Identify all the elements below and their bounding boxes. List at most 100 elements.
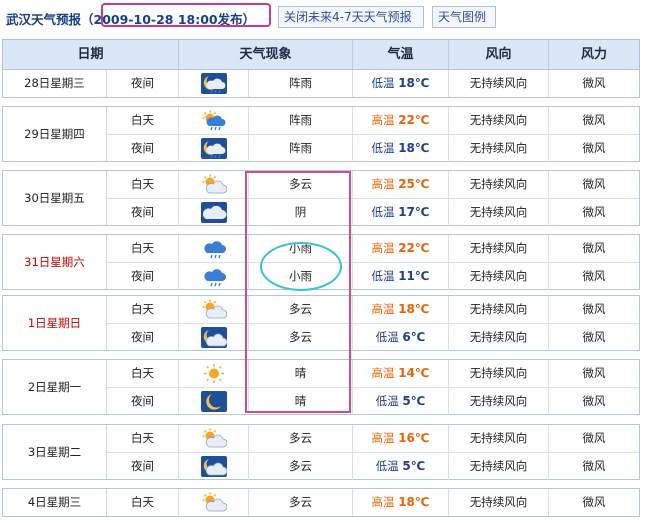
weather-phenomenon: 晴 — [249, 360, 353, 387]
table-row: 夜间晴低温 5℃ 无持续风向 微风 — [107, 387, 639, 415]
weather-icon-cell — [179, 235, 249, 262]
period-cell: 夜间 — [107, 263, 179, 290]
period-cell: 白天 — [107, 235, 179, 262]
weather-icon-cell — [179, 199, 249, 226]
temperature-cell: 高温 14℃ — [353, 360, 449, 387]
wind-force: 微风 — [582, 177, 606, 191]
weather-icon-cell — [179, 360, 249, 387]
table-row: 夜间 小雨 低温 11℃ 无持续风向 微风 — [107, 262, 639, 290]
partly-cloudy-day-icon — [201, 428, 228, 449]
temperature-label: 低温 — [371, 76, 395, 90]
weather-icon-cell — [179, 135, 249, 162]
day-group: 31日星期六 白天 小雨 高温 22℃ 无持续风向 微风 夜间 小雨 低温 11℃ 无持续风向 微风 — [2, 234, 640, 290]
temperature-cell: 低温 5℃ — [353, 388, 449, 415]
period-cell: 夜间 — [107, 324, 179, 351]
temperature-label: 高温 — [371, 302, 395, 316]
temperature-value: 25℃ — [398, 177, 430, 191]
temperature-value: 18℃ — [398, 76, 430, 90]
partly-cloudy-night-icon — [201, 327, 228, 348]
night-shower-icon — [201, 138, 227, 159]
weather-phenomenon: 阴 — [249, 199, 353, 226]
period-cell: 夜间 — [107, 453, 179, 480]
column-header-wind-direction: 风向 — [449, 40, 549, 70]
wind-direction: 无持续风向 — [449, 70, 549, 97]
weather-phenomenon: 小雨 — [249, 235, 353, 262]
date-cell: 31日星期六 — [3, 235, 107, 289]
publish-time-highlight — [101, 3, 271, 27]
period-cell: 白天 — [107, 360, 179, 387]
sunny-icon — [201, 363, 227, 384]
temperature-value: 18℃ — [398, 141, 430, 155]
wind-direction: 无持续风向 — [449, 425, 549, 452]
temperature-label: 高温 — [371, 113, 395, 127]
wind-direction: 无持续风向 — [449, 296, 549, 323]
table-row: 白天 多云 高温 18℃ 无持续风向 微风 — [107, 296, 639, 323]
light-rain-icon — [201, 238, 227, 259]
temperature-value: 18℃ — [398, 495, 430, 509]
table-row: 白天 小雨 高温 22℃ 无持续风向 微风 — [107, 235, 639, 262]
temperature-label: 低温 — [371, 205, 395, 219]
wind-force: 微风 — [582, 269, 606, 283]
wind-direction: 无持续风向 — [449, 388, 549, 415]
wind-force: 微风 — [582, 76, 606, 90]
day-group: 1日星期日 白天 多云 高温 18℃ 无持续风向 微风 夜间 多云 低温 6℃ 无持续风向 微风 — [2, 295, 640, 351]
date-cell: 28日星期三 — [3, 70, 107, 97]
wind-direction: 无持续风向 — [449, 135, 549, 162]
weather-icon-cell — [179, 171, 249, 198]
table-row: 夜间 阵雨 低温 18℃ 无持续风向 微风 — [107, 134, 639, 162]
table-row: 白天晴高温 14℃ 无持续风向 微风 — [107, 360, 639, 387]
table-header: 日期 天气现象 气温 风向 风力 — [2, 39, 640, 71]
table-row: 白天 多云 高温 16℃ 无持续风向 微风 — [107, 425, 639, 452]
temperature-cell: 低温 17℃ — [353, 199, 449, 226]
date-cell: 1日星期日 — [3, 296, 107, 350]
column-header-date: 日期 — [3, 40, 179, 70]
weather-phenomenon: 多云 — [249, 453, 353, 480]
wind-force: 微风 — [582, 330, 606, 344]
wind-force: 微风 — [582, 241, 606, 255]
column-header-wind-force: 风力 — [580, 47, 607, 62]
temperature-cell: 高温 18℃ — [353, 489, 449, 516]
temperature-value: 14℃ — [398, 366, 430, 380]
weather-phenomenon: 多云 — [249, 489, 353, 516]
temperature-label: 低温 — [371, 269, 395, 283]
temperature-cell: 低温 11℃ — [353, 263, 449, 290]
wind-direction: 无持续风向 — [449, 107, 549, 134]
overcast-icon — [201, 202, 227, 223]
period-cell: 白天 — [107, 425, 179, 452]
period-cell: 白天 — [107, 107, 179, 134]
temperature-cell: 高温 22℃ — [353, 107, 449, 134]
weather-phenomenon: 阵雨 — [249, 135, 353, 162]
weather-icon-cell — [179, 388, 249, 415]
temperature-value: 18℃ — [398, 302, 430, 316]
close-4-7-day-forecast-button[interactable]: 关闭未来4-7天天气预报 — [278, 6, 424, 28]
forecast-header: 武汉天气预报（2009-10-28 18:00发布） 关闭未来4-7天天气预报 … — [0, 0, 651, 38]
day-group: 28日星期三 夜间 阵雨 低温 18℃ 无持续风向 微风 — [2, 69, 640, 98]
period-cell: 白天 — [107, 171, 179, 198]
light-rain-icon — [201, 266, 227, 287]
temperature-value: 11℃ — [398, 269, 430, 283]
period-cell: 夜间 — [107, 199, 179, 226]
weather-phenomenon: 多云 — [249, 171, 353, 198]
temperature-label: 高温 — [371, 431, 395, 445]
date-cell: 29日星期四 — [3, 107, 107, 161]
table-row: 白天 阵雨 高温 22℃ 无持续风向 微风 — [107, 107, 639, 134]
temperature-label: 低温 — [375, 330, 399, 344]
temperature-label: 低温 — [375, 394, 399, 408]
weather-phenomenon: 小雨 — [249, 263, 353, 290]
temperature-value: 16℃ — [398, 431, 430, 445]
weather-icon-cell — [179, 70, 249, 97]
table-row: 夜间 多云 低温 5℃ 无持续风向 微风 — [107, 452, 639, 480]
weather-icon-cell — [179, 107, 249, 134]
weather-legend-button[interactable]: 天气图例 — [432, 6, 496, 28]
temperature-value: 17℃ — [398, 205, 430, 219]
period-cell: 夜间 — [107, 388, 179, 415]
period-cell: 白天 — [107, 296, 179, 323]
temperature-cell: 低温 5℃ — [353, 453, 449, 480]
temperature-value: 5℃ — [402, 394, 426, 408]
wind-direction: 无持续风向 — [449, 263, 549, 290]
weather-phenomenon: 晴 — [249, 388, 353, 415]
weather-phenomenon: 多云 — [249, 425, 353, 452]
wind-direction: 无持续风向 — [449, 235, 549, 262]
temperature-value: 6℃ — [402, 330, 426, 344]
wind-direction: 无持续风向 — [449, 324, 549, 351]
